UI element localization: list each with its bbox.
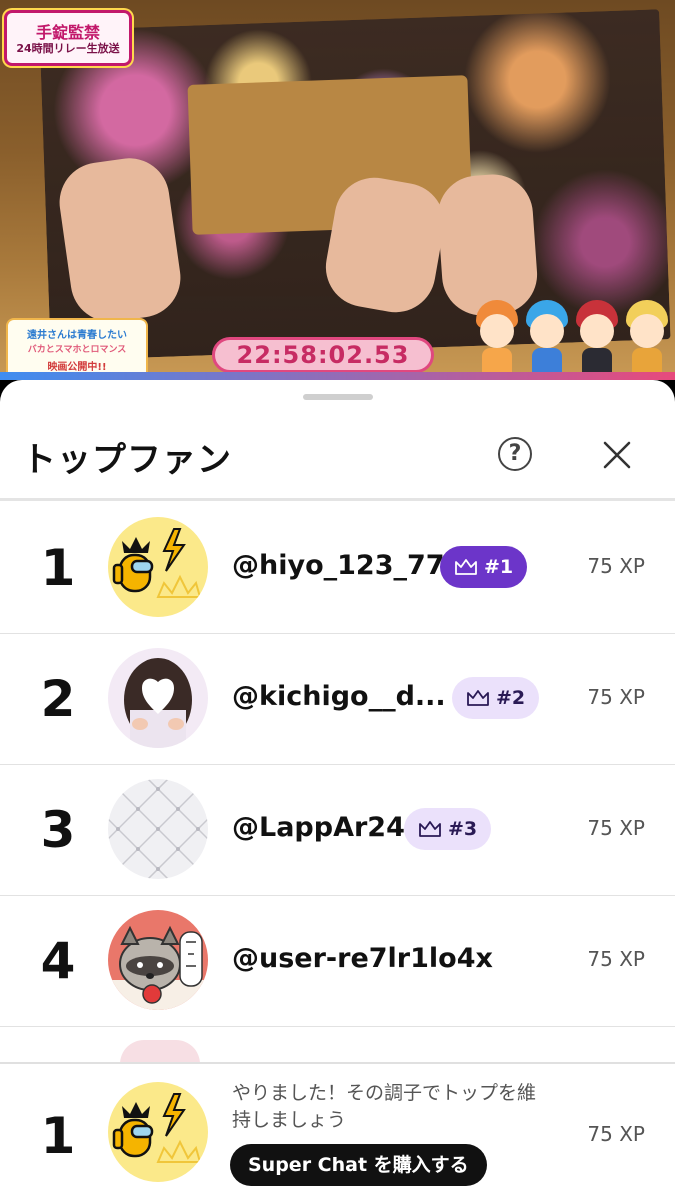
show-logo: 手錠監禁 24時間リレー生放送 xyxy=(4,10,132,66)
avatar xyxy=(108,910,208,1010)
rank-badge: #3 xyxy=(404,808,492,850)
fan-row[interactable]: 4 @user-re7lr1lo4x 75 XP xyxy=(0,895,675,1027)
sheet-title: トップファン xyxy=(22,440,232,480)
fan-username[interactable]: @LappAr24 xyxy=(232,812,405,843)
fan-row[interactable]: 2 @kichigo__d... #2 75 XP xyxy=(0,633,675,765)
character-illustrations xyxy=(472,292,672,376)
rank-badge-label: #3 xyxy=(448,818,478,840)
encouragement-message: やりました！その調子でトップを維持しましょう xyxy=(232,1082,537,1131)
rank-badge-label: #1 xyxy=(484,556,514,578)
my-rank: 1 xyxy=(40,1107,76,1165)
fan-rank: 1 xyxy=(40,539,76,597)
help-icon[interactable]: ? xyxy=(498,437,532,471)
top-fans-sheet: トップファン ? 1 @hiyo_123_77 #1 75 XP 2 @kich… xyxy=(0,380,675,1200)
my-xp: 75 XP xyxy=(587,1122,645,1146)
my-avatar xyxy=(108,1082,208,1182)
buy-super-chat-button[interactable]: Super Chat を購入する xyxy=(230,1144,487,1186)
close-icon[interactable] xyxy=(600,438,634,472)
fan-rank: 4 xyxy=(40,932,76,990)
avatar xyxy=(108,779,208,879)
movie-promo: 遠井さんは青春したい バカとスマホとロマンス 映画公開中!! xyxy=(6,318,148,380)
next-row-avatar-peek xyxy=(120,1040,200,1064)
promo-subtitle: バカとスマホとロマンス xyxy=(27,345,127,355)
fan-row[interactable]: 1 @hiyo_123_77 #1 75 XP xyxy=(0,502,675,634)
fan-row[interactable]: 3 @LappAr24 #3 75 XP xyxy=(0,764,675,896)
logo-sub-text: 24時間リレー生放送 xyxy=(16,42,120,55)
header-divider xyxy=(0,498,675,501)
character-orange xyxy=(472,292,522,376)
fan-xp: 75 XP xyxy=(587,554,645,578)
fan-rank: 3 xyxy=(40,801,76,859)
fan-xp: 75 XP xyxy=(587,685,645,709)
character-yellow xyxy=(622,292,672,376)
my-ranking-bar: 1 やりました！その調子でトップを維持しましょう Super Chat を購入す… xyxy=(0,1062,675,1200)
crown-icon xyxy=(419,821,441,837)
avatar xyxy=(108,517,208,617)
fan-rank: 2 xyxy=(40,670,76,728)
drag-handle[interactable] xyxy=(303,394,373,400)
crown-icon xyxy=(455,559,477,575)
promo-title: 遠井さんは青春したい xyxy=(27,330,127,341)
stream-timer: 22:58:02.53 xyxy=(212,337,434,373)
rank-badge-label: #2 xyxy=(496,687,526,709)
video-bottom-strip xyxy=(0,372,675,380)
promo-release: 映画公開中!! xyxy=(47,362,107,373)
video-player[interactable]: 手錠監禁 24時間リレー生放送 遠井さんは青春したい バカとスマホとロマンス 映… xyxy=(0,0,675,380)
rank-badge: #2 xyxy=(452,677,540,719)
fan-xp: 75 XP xyxy=(587,816,645,840)
fan-username[interactable]: @hiyo_123_77 xyxy=(232,550,445,581)
character-blue xyxy=(522,292,572,376)
character-red xyxy=(572,292,622,376)
fan-username[interactable]: @user-re7lr1lo4x xyxy=(232,943,493,974)
crown-icon xyxy=(467,690,489,706)
fan-xp: 75 XP xyxy=(587,947,645,971)
fan-username[interactable]: @kichigo__d... xyxy=(232,681,446,712)
rank-badge: #1 xyxy=(440,546,528,588)
avatar xyxy=(108,648,208,748)
